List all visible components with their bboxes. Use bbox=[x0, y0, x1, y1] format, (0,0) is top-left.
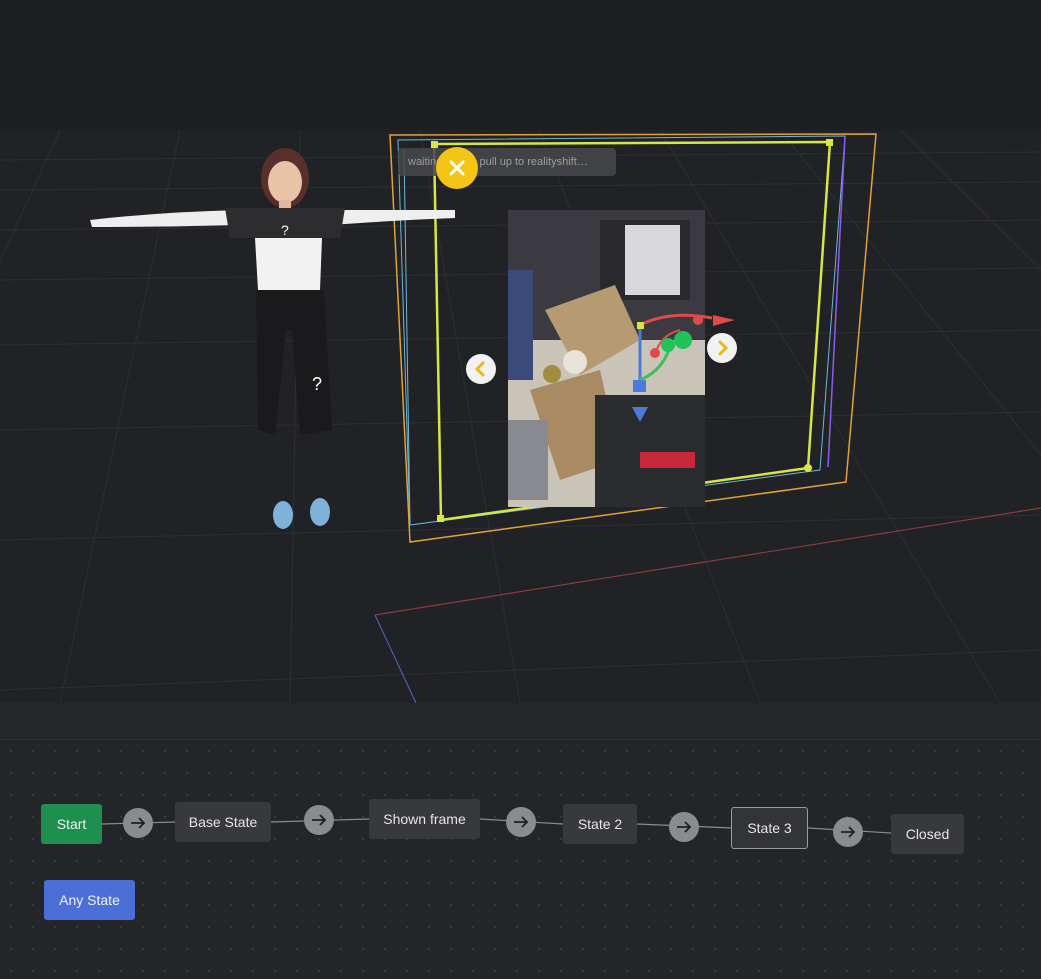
svg-text:?: ? bbox=[312, 374, 322, 394]
arrow-right-icon bbox=[312, 814, 327, 826]
status-tooltip: waiting … ll to pull up to realityshift… bbox=[398, 148, 616, 176]
arrow-right-icon bbox=[677, 821, 692, 833]
panel-divider bbox=[0, 703, 1041, 740]
svg-text:?: ? bbox=[281, 222, 289, 238]
state-node-closed[interactable]: Closed bbox=[891, 814, 964, 854]
transition-button-3[interactable] bbox=[506, 807, 536, 837]
state-graph[interactable]: Start Base State Shown frame State 2 Sta… bbox=[0, 740, 1041, 979]
transition-button-2[interactable] bbox=[304, 805, 334, 835]
arrow-right-icon bbox=[131, 817, 146, 829]
scene-viewport[interactable]: ? ? waiting … ll to pull up to realitysh… bbox=[0, 130, 1041, 703]
transition-button-4[interactable] bbox=[669, 812, 699, 842]
state-node-state-3[interactable]: State 3 bbox=[731, 807, 808, 849]
chevron-right-icon bbox=[718, 340, 729, 356]
state-node-start[interactable]: Start bbox=[41, 804, 102, 844]
transition-button-5[interactable] bbox=[833, 817, 863, 847]
arrow-right-icon bbox=[841, 826, 856, 838]
state-node-base-state[interactable]: Base State bbox=[175, 802, 271, 842]
state-node-any-state[interactable]: Any State bbox=[44, 880, 135, 920]
state-node-shown-frame[interactable]: Shown frame bbox=[369, 799, 480, 839]
graph-connectors bbox=[101, 818, 892, 834]
top-toolbar bbox=[0, 0, 1041, 130]
close-icon bbox=[449, 160, 465, 176]
next-button[interactable] bbox=[707, 333, 737, 363]
previous-button[interactable] bbox=[466, 354, 496, 384]
state-node-state-2[interactable]: State 2 bbox=[563, 804, 637, 844]
chevron-left-icon bbox=[474, 361, 485, 377]
arrow-right-icon bbox=[514, 816, 529, 828]
transition-button-1[interactable] bbox=[123, 808, 153, 838]
image-panel bbox=[508, 210, 705, 507]
floor-grid: ? ? bbox=[0, 130, 1041, 703]
close-button[interactable] bbox=[436, 147, 478, 189]
